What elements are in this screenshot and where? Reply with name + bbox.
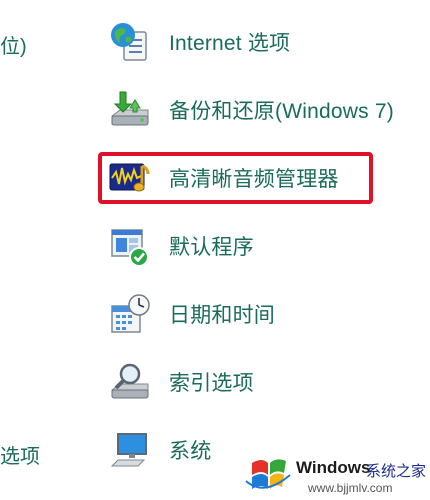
calendar-clock-icon <box>108 292 152 336</box>
computer-system-icon <box>108 428 152 472</box>
default-programs-icon <box>108 224 152 268</box>
control-panel-item-indexing-options[interactable]: 索引选项 <box>108 358 254 406</box>
control-panel-item-date-time[interactable]: 日期和时间 <box>108 290 275 338</box>
highlight-box <box>98 152 373 204</box>
watermark: Windows 系统之家 www.bjjmlv.com <box>240 447 430 500</box>
control-panel-item-system[interactable]: 系统 <box>108 426 211 474</box>
item-label: 备份和还原(Windows 7) <box>169 100 394 123</box>
item-label: 系统 <box>169 440 212 463</box>
backup-drive-icon <box>108 88 152 132</box>
watermark-subtitle: 系统之家 <box>366 463 427 480</box>
globe-document-icon <box>108 20 152 64</box>
control-panel-item-internet-options[interactable]: Internet 选项 <box>108 18 290 66</box>
item-label: Internet 选项 <box>169 32 291 55</box>
indexing-magnifier-icon <box>108 360 152 404</box>
watermark-title: Windows <box>296 458 371 477</box>
control-panel-item-backup-restore[interactable]: 备份和还原(Windows 7) <box>108 86 394 134</box>
watermark-url: www.bjjmlv.com <box>308 481 393 495</box>
item-label: 索引选项 <box>169 372 254 395</box>
control-panel-item-default-programs[interactable]: 默认程序 <box>108 222 254 270</box>
left-column-text-bottom: 选项 <box>0 446 40 468</box>
item-label: 默认程序 <box>169 236 254 259</box>
item-label: 日期和时间 <box>169 304 275 327</box>
windows-logo-icon <box>244 453 292 500</box>
left-column-text-top: 位) <box>0 36 27 58</box>
